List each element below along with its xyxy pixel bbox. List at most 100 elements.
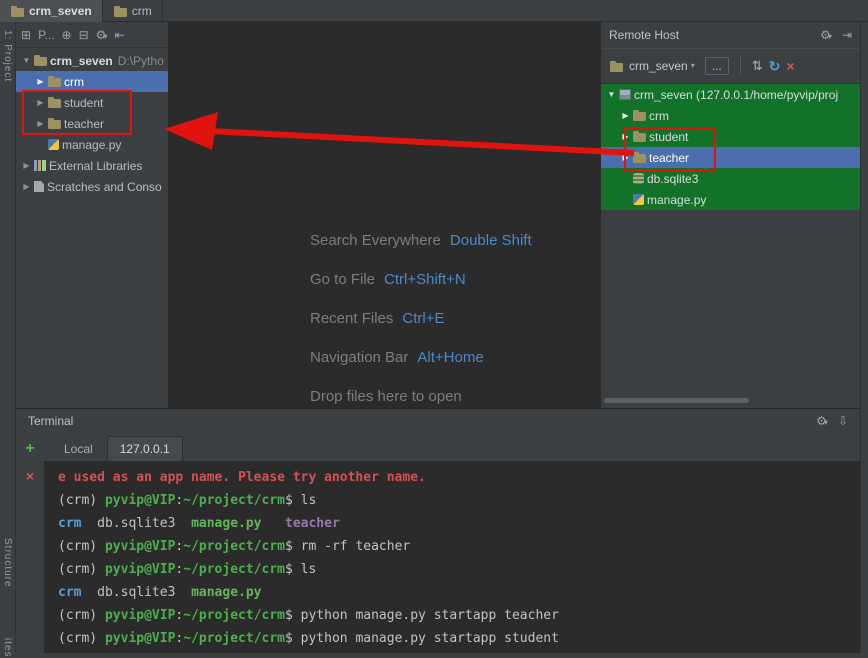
terminal-segment: manage.py [191,516,262,531]
terminal-line: (crm) pyvip@VIP:~/project/crm$ rm -rf te… [58,535,846,558]
upload-download-icon[interactable]: ⇅ [752,58,763,74]
gear-icon[interactable]: ⚙▾ [816,414,828,428]
chevron-right-icon[interactable]: ▶ [34,77,47,86]
tree-label-path: D:\Pytho [117,53,164,68]
project-tree-item-scratches-and-conso[interactable]: ▶ Scratches and Conso [16,176,168,197]
terminal-line: (crm) pyvip@VIP:~/project/crm$ python ma… [58,627,846,650]
terminal-segment: pyvip@VIP [104,608,176,623]
terminal-segment: db.sqlite3 [81,516,192,531]
left-tool-stripe: 1: Project Structure ites [0,22,16,658]
chevron-down-icon[interactable]: ▾ [691,62,695,70]
editor-hints: Search Everywhere Double Shift Go to File C… [310,232,532,408]
tree-label: student [64,95,104,110]
editor-tab-bar: crm_seven crm [0,0,868,22]
chevron-down-icon: ▾ [103,31,108,41]
hint-go-to-file: Go to File Ctrl+Shift+N [310,271,532,293]
tree-label: External Libraries [49,158,143,173]
terminal-title: Terminal [28,414,74,428]
project-tree-item-crm[interactable]: ▶ crm [16,71,168,92]
close-icon[interactable]: × [786,58,794,74]
tree-label: crm_seven [50,53,113,68]
remote-tree-item-student[interactable]: ▶ student [601,126,860,147]
terminal-segment: ~/project/crm [183,562,285,577]
terminal-output[interactable]: e used as an app name. Please try anothe… [44,461,860,653]
more-servers-button[interactable]: ... [704,57,729,75]
folder-icon [610,60,623,72]
folder-icon [48,76,61,87]
new-session-icon[interactable]: + [25,441,34,457]
server-select[interactable]: crm_seven [629,59,688,73]
chevron-right-icon[interactable]: ▶ [619,111,632,120]
project-panel: ⊞ P... ⊕ ⊟ ⚙▾ ⇤ ▼ crm_seven D:\Pytho ▶ crm ▶ s… [16,22,168,408]
chevron-down-icon: ▾ [827,32,832,41]
tree-label: student [649,129,689,144]
hint-recent-files: Recent Files Ctrl+E [310,310,532,332]
remote-host-toolbar: crm_seven ▾ ... ⇅ ↻ × [601,48,860,84]
hide-panel-icon[interactable]: ⇥ [842,28,852,42]
gear-icon[interactable]: ⚙▾ [96,29,108,41]
project-tree-item-student[interactable]: ▶ student [16,92,168,113]
remote-host-tree: ▼ crm_seven (127.0.0.1/home/pyvip/proj ▶ cr… [601,84,860,210]
horizontal-scrollbar[interactable] [604,398,749,403]
terminal-segment: pyvip@VIP [104,493,176,508]
tab-label: crm [131,4,152,18]
editor-tab-crm[interactable]: crm [103,0,163,22]
project-tree-item-teacher[interactable]: ▶ teacher [16,113,168,134]
terminal-line: (crm) pyvip@VIP:~/project/crm$ ls [58,558,846,581]
collapse-all-icon[interactable]: ⊟ [79,29,89,41]
chevron-down-icon[interactable]: ▼ [605,90,618,99]
remote-host-title: Remote Host [609,28,680,42]
hide-panel-icon[interactable]: ⇤ [114,29,124,41]
terminal-segment: ~/project/crm [183,493,285,508]
editor-tab-crm-seven[interactable]: crm_seven [0,0,103,22]
folder-icon [633,152,646,163]
close-session-icon[interactable]: × [26,469,34,483]
chevron-right-icon[interactable]: ▶ [20,161,33,170]
project-tree-item-crm-seven[interactable]: ▼ crm_seven D:\Pytho [16,50,168,71]
chevron-right-icon[interactable]: ▶ [34,98,47,107]
remote-tree-item-crm[interactable]: ▶ crm [601,105,860,126]
project-tree-item-manage-py[interactable]: ▶manage.py [16,134,168,155]
chevron-down-icon[interactable]: ▼ [20,56,33,65]
hint-action: Recent Files [310,310,394,327]
chevron-right-icon[interactable]: ▶ [619,132,632,141]
stripe-button-project[interactable]: 1: Project [2,30,13,82]
panel-view-icon[interactable]: ⊞ [21,29,31,41]
hint-navigation-bar: Navigation Bar Alt+Home [310,349,532,371]
terminal-segment: $ ls [285,562,317,577]
hide-panel-icon[interactable]: ⇩ [838,414,848,428]
folder-icon [11,5,24,17]
remote-tree-item-teacher[interactable]: ▶ teacher [601,147,860,168]
terminal-segment: pyvip@VIP [104,562,176,577]
terminal-gutter: + × [16,433,44,653]
folder-icon [633,110,646,121]
chevron-right-icon[interactable]: ▶ [619,153,632,162]
gear-icon[interactable]: ⚙▾ [820,28,832,42]
terminal-segment: (crm) [58,493,105,508]
hint-action: Search Everywhere [310,232,441,249]
folder-icon [48,118,61,129]
project-tree-item-external-libraries[interactable]: ▶ External Libraries [16,155,168,176]
refresh-icon[interactable]: ↻ [769,58,781,75]
stripe-button-structure[interactable]: Structure [2,538,13,588]
folder-icon [48,97,61,108]
scratch-icon [34,181,44,192]
python-icon [48,139,59,150]
stripe-button-favorites[interactable]: ites [2,638,13,658]
chevron-down-icon: ▾ [823,418,828,427]
locate-file-icon[interactable]: ⊕ [62,29,72,41]
remote-tree-item-db-sqlite3[interactable]: ▶db.sqlite3 [601,168,860,189]
terminal-tab-local[interactable]: Local [52,437,105,461]
terminal-line: e used as an app name. Please try anothe… [58,466,846,489]
remote-tree-item-crm-seven-127-0-0-1-home-pyvip-proj[interactable]: ▼ crm_seven (127.0.0.1/home/pyvip/proj [601,84,860,105]
remote-host-panel: Remote Host ⚙▾ ⇥ crm_seven ▾ ... ⇅ ↻ × ▼… [600,22,860,408]
remote-tree-item-manage-py[interactable]: ▶manage.py [601,189,860,210]
tab-label: crm_seven [29,4,92,18]
project-tree: ▼crm_sevenD:\Pytho▶crm▶student▶teacher▶m… [16,48,168,197]
terminal-tab-127-0-0-1[interactable]: 127.0.0.1 [106,436,183,461]
database-icon [633,173,644,184]
chevron-right-icon[interactable]: ▶ [34,119,47,128]
chevron-right-icon[interactable]: ▶ [20,182,33,191]
project-view-dropdown[interactable]: P... [38,29,54,41]
terminal-segment [262,516,285,531]
